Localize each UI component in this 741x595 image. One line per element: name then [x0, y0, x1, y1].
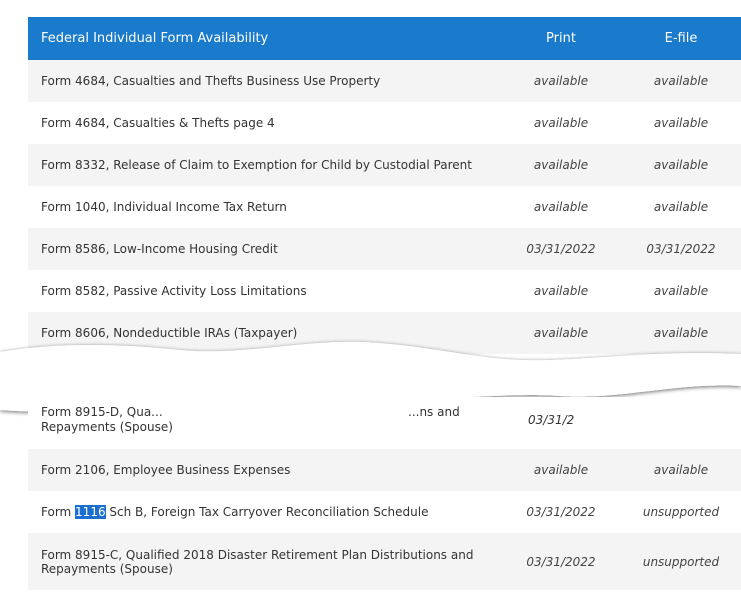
header-print: Print — [546, 31, 576, 46]
row-form-name-line1: Form 8915-C, Qualified 2018 Disaster Ret… — [41, 547, 474, 562]
torn-table-row: Form 8915-D, Qua... ...ns and Repayments… — [28, 397, 741, 449]
table-row: Form 8915-C, Qualified 2018 Disaster Ret… — [28, 533, 741, 590]
table-row: Form 8586, Low-Income Housing Credit 03/… — [28, 228, 741, 270]
row-print-status: available — [533, 200, 589, 214]
row-form-name: Form 8915-C, Qualified 2018 Disaster Ret… — [28, 548, 501, 576]
row-form-name: Form 1040, Individual Income Tax Return — [41, 200, 287, 214]
row-form-name: Form 2106, Employee Business Expenses — [41, 463, 291, 477]
row-print-status: 03/31/2022 — [526, 505, 596, 519]
row-efile-status: available — [653, 200, 709, 214]
row-efile-status: 03/31/2022 — [646, 242, 716, 256]
row-form-name: Form 1116 Sch B, Foreign Tax Carryover R… — [28, 505, 501, 519]
row-form-name-prefix: Form — [41, 505, 76, 519]
row-efile-status: available — [653, 284, 709, 298]
table-row: Form 8582, Passive Activity Loss Limitat… — [28, 270, 741, 312]
row-print-status: 03/31/2022 — [526, 242, 596, 256]
form-availability-table: Federal Individual Form Availability Pri… — [28, 17, 741, 354]
table-row: Form 2106, Employee Business Expenses av… — [28, 449, 741, 491]
table-row: Form 4684, Casualties and Thefts Busines… — [28, 60, 741, 102]
row-print-status: available — [533, 284, 589, 298]
row-print-status: available — [533, 463, 589, 477]
row-form-name-line2: Repayments (Spouse) — [41, 561, 173, 576]
row-print-status: 03/31/2022 — [526, 554, 596, 569]
screenshot-page: Federal Individual Form Availability Pri… — [0, 0, 741, 595]
header-form-name: Federal Individual Form Availability — [41, 31, 269, 46]
row-efile-status: available — [653, 116, 709, 130]
row-form-name: Form 8586, Low-Income Housing Credit — [41, 242, 278, 256]
header-efile: E-file — [664, 31, 698, 46]
row-form-name: Form 4684, Casualties & Thefts page 4 — [41, 116, 275, 130]
row-form-name: Form 8582, Passive Activity Loss Limitat… — [41, 284, 307, 298]
row-form-name: Form 8332, Release of Claim to Exemption… — [41, 158, 472, 172]
table-header: Federal Individual Form Availability Pri… — [28, 17, 741, 60]
row-form-name-suffix: Sch B, Foreign Tax Carryover Reconciliat… — [105, 505, 429, 519]
table-row: Form 1040, Individual Income Tax Return … — [28, 186, 741, 228]
table-row: Form 4684, Casualties & Thefts page 4 av… — [28, 102, 741, 144]
table-row: Form 1116 Sch B, Foreign Tax Carryover R… — [28, 491, 741, 533]
table-row: Form 8332, Release of Claim to Exemption… — [28, 144, 741, 186]
row-print-status: available — [533, 158, 589, 172]
torn-row-name-fragment-right: ...ns and — [408, 405, 460, 419]
row-print-status: available — [533, 116, 589, 130]
row-efile-status: unsupported — [642, 505, 720, 519]
row-form-name: Form 4684, Casualties and Thefts Busines… — [41, 74, 381, 88]
row-efile-status: available — [653, 463, 709, 477]
row-efile-status: available — [653, 158, 709, 172]
row-efile-status: unsupported — [642, 554, 720, 569]
row-print-status: available — [533, 74, 589, 88]
torn-row-name-fragment: Form 8915-D, Qua... — [41, 405, 163, 419]
row-efile-status: available — [653, 74, 709, 88]
lower-table-section: Form 8915-D, Qua... ...ns and Repayments… — [28, 397, 741, 590]
torn-row-name-line2: Repayments (Spouse) — [41, 420, 173, 434]
search-highlight: 1116 — [75, 505, 106, 519]
torn-row-print-fragment: 03/31/2 — [528, 413, 575, 427]
